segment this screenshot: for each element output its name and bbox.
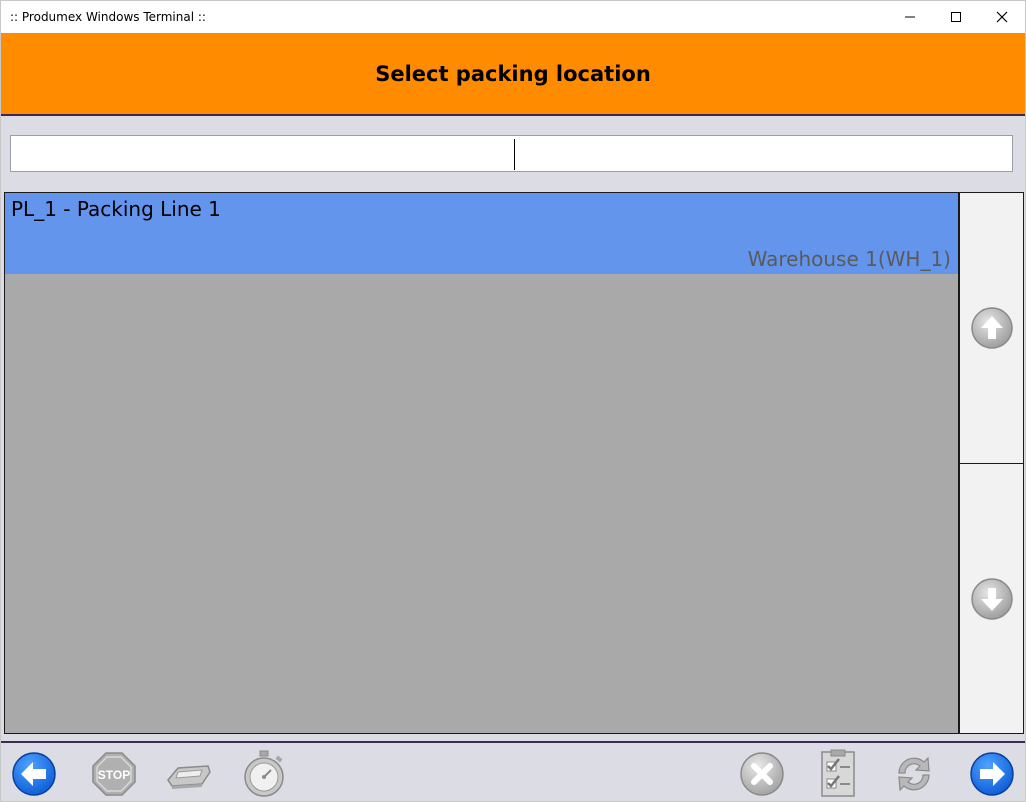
back-arrow-icon [12,752,56,796]
stop-button[interactable]: STOP [89,749,139,799]
title-bar: :: Produmex Windows Terminal :: [1,1,1025,33]
cancel-icon [740,752,784,796]
list-item-title: PL_1 - Packing Line 1 [11,197,221,221]
forward-button[interactable] [967,749,1017,799]
checklist-icon [821,749,855,797]
checklist-button[interactable] [813,749,863,799]
location-list[interactable]: PL_1 - Packing Line 1 Warehouse 1(WH_1) [4,192,959,734]
window-title: :: Produmex Windows Terminal :: [10,10,206,24]
stopwatch-icon [244,750,284,797]
arrow-up-icon [970,307,1013,349]
app-window: :: Produmex Windows Terminal :: Select p… [0,0,1026,802]
arrow-down-icon [970,577,1013,620]
maximize-icon [951,12,961,22]
cancel-button[interactable] [737,749,787,799]
search-input[interactable] [10,135,1013,172]
list-item[interactable]: PL_1 - Packing Line 1 Warehouse 1(WH_1) [5,193,958,274]
scroll-up-button[interactable] [959,192,1024,464]
bottom-toolbar: STOP [1,741,1025,801]
refresh-icon [898,756,930,792]
scanner-icon [167,765,211,789]
stop-label: STOP [98,768,130,782]
refresh-button[interactable] [889,749,939,799]
close-button[interactable] [979,1,1025,33]
text-caret [514,139,515,170]
minimize-button[interactable] [887,1,933,33]
maximize-button[interactable] [933,1,979,33]
page-header: Select packing location [1,33,1025,116]
page-title: Select packing location [375,61,651,86]
forward-arrow-icon [970,752,1014,796]
minimize-icon [905,16,915,18]
list-item-subtitle: Warehouse 1(WH_1) [747,247,951,271]
close-icon [996,11,1008,23]
back-button[interactable] [9,749,59,799]
scanner-button[interactable] [163,749,213,799]
timer-button[interactable] [239,749,289,799]
scroll-down-button[interactable] [959,463,1024,734]
stop-sign-icon: STOP [92,752,136,796]
